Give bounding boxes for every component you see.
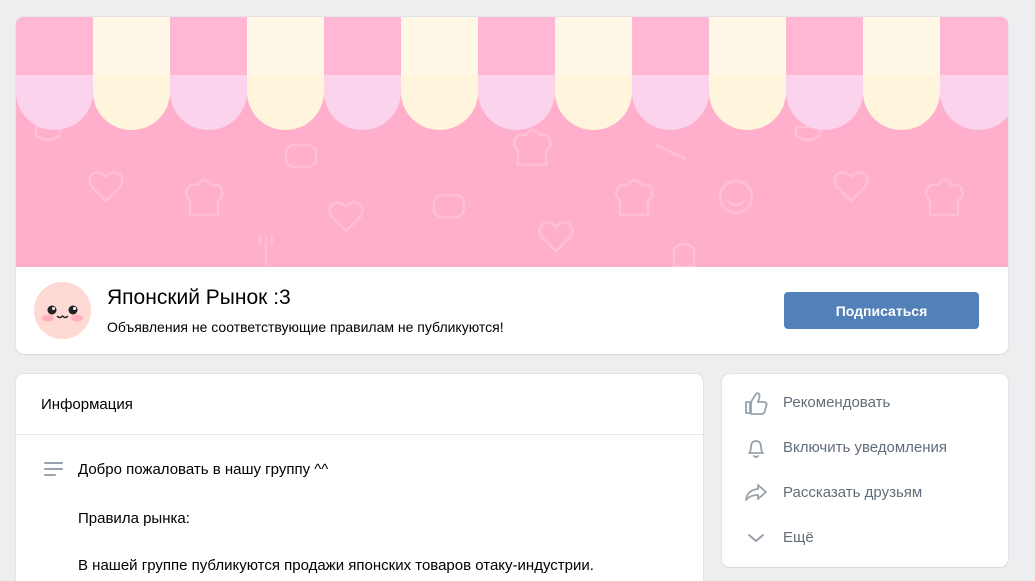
share-action[interactable]: Рассказать друзьям	[722, 471, 1008, 516]
group-header-card: Японский Рынок :3 Объявления не соответс…	[16, 17, 1008, 354]
notifications-action[interactable]: Включить уведомления	[722, 426, 1008, 471]
share-icon	[745, 484, 767, 501]
info-panel: Информация Добро пожаловать в нашу групп…	[16, 374, 703, 581]
info-title: Информация	[41, 396, 133, 413]
cover-image	[16, 17, 1008, 267]
info-header: Информация	[16, 374, 703, 435]
info-line-rules: Правила рынка:	[78, 510, 190, 527]
bell-icon	[748, 440, 764, 458]
subscribe-button[interactable]: Подписаться	[784, 292, 979, 329]
description-lines-icon	[44, 462, 63, 476]
avatar[interactable]	[34, 282, 91, 339]
recommend-label: Рекомендовать	[783, 394, 891, 411]
more-action[interactable]: Ещё	[722, 516, 1008, 561]
info-line-welcome: Добро пожаловать в нашу группу ^^	[78, 461, 329, 478]
actions-panel: Рекомендовать Включить уведомления Расск…	[722, 374, 1008, 567]
group-title: Японский Рынок :3	[107, 286, 291, 309]
group-status: Объявления не соответствующие правилам н…	[107, 319, 504, 335]
group-info-bar: Японский Рынок :3 Объявления не соответс…	[16, 267, 1008, 354]
thumbs-up-icon	[745, 392, 768, 415]
chevron-down-icon	[748, 534, 764, 542]
info-line-description: В нашей группе публикуются продажи японс…	[78, 557, 594, 574]
recommend-action[interactable]: Рекомендовать	[722, 381, 1008, 426]
more-label: Ещё	[783, 529, 814, 546]
notifications-label: Включить уведомления	[783, 439, 948, 456]
share-label: Рассказать друзьям	[783, 484, 923, 501]
